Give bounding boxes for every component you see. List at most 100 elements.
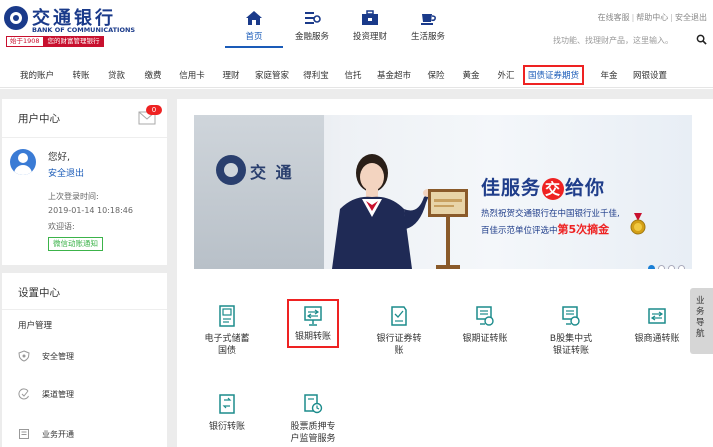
banner-figure-image [332, 154, 433, 269]
settings-item-channel[interactable]: 渠道管理 [18, 387, 74, 401]
divider [2, 137, 167, 138]
subnav-loan[interactable]: 贷款 [98, 67, 135, 83]
brand-strip: 始于1908 您的财富管理银行 [6, 36, 104, 47]
top-logout-link[interactable]: 安全退出 [675, 13, 707, 22]
subnav-trust[interactable]: 信托 [337, 67, 369, 83]
subnav-forex[interactable]: 外汇 [489, 67, 523, 83]
award-plaque-image [428, 189, 468, 269]
top-links: 在线客服 | 帮助中心 | 安全退出 [598, 12, 707, 23]
func-label: 电子式储蓄 国债 [187, 333, 267, 357]
func-futures-transfer[interactable]: 银期转账 [273, 299, 353, 348]
medal-icon [630, 213, 646, 235]
settings-item-security[interactable]: 安全管理 [18, 349, 74, 363]
mainnav-finance-label: 金融服务 [294, 32, 329, 42]
futures-securities-icon [476, 306, 494, 326]
mail-count-badge: 0 [146, 105, 162, 115]
avatar [10, 149, 36, 175]
sub-nav: 我的账户 转账 贷款 缴费 信用卡 理财 家庭管家 得利宝 信托 基金超市 保险… [0, 62, 713, 88]
promo-banner[interactable]: 交 通 佳服务交给你 热烈祝贺交通银行在中国银行业千佳, 百佳示范单位评选中第5… [194, 115, 692, 269]
settings-item-label: 安全管理 [42, 351, 74, 361]
mainnav-life[interactable]: 生活服务 [399, 6, 457, 48]
search-input[interactable] [539, 32, 709, 48]
wechat-notify-button[interactable]: 微信动账通知 [48, 237, 103, 251]
mainnav-home-label: 首页 [245, 32, 263, 42]
banner-wall [194, 115, 324, 269]
user-center-title: 用户中心 [18, 113, 60, 125]
customer-service-link[interactable]: 在线客服 [598, 13, 630, 22]
func-label: 银衍转账 [208, 422, 245, 432]
securities-transfer-icon [391, 306, 407, 326]
subnav-family[interactable]: 家庭管家 [249, 67, 295, 83]
subnav-delibao[interactable]: 得利宝 [295, 67, 337, 83]
func-label: B股集中式 银证转账 [531, 333, 611, 357]
mainnav-life-label: 生活服务 [410, 32, 445, 42]
header: 交通银行 BANK OF COMMUNICATIONS 始于1908 您的财富管… [0, 0, 713, 62]
mainnav-invest[interactable]: 投资理财 [341, 6, 399, 48]
business-nav-label: 业务导航 [696, 296, 705, 339]
separator: | [631, 13, 635, 22]
separator: | [670, 13, 673, 22]
channel-icon [18, 388, 29, 400]
mainnav-finance[interactable]: 金融服务 [283, 6, 341, 48]
subnav-transfer[interactable]: 转账 [64, 67, 98, 83]
logout-link[interactable]: 安全退出 [48, 166, 84, 179]
settings-center-panel: 设置中心 用户管理 安全管理 渠道管理 业务开通 [2, 273, 167, 447]
banner-dot[interactable] [668, 265, 675, 269]
func-label-text: 电子式储蓄 国债 [204, 334, 250, 356]
greeting: 您好, [48, 152, 71, 163]
banner-dot[interactable] [658, 265, 665, 269]
banner-dot[interactable] [678, 265, 685, 269]
headline-part: 给你 [565, 177, 606, 199]
search-box [539, 32, 709, 48]
main-panel: 交 通 佳服务交给你 热烈祝贺交通银行在中国银行业千佳, 百佳示范单位评选中第5… [177, 99, 713, 447]
brand-logo[interactable]: 交通银行 BANK OF COMMUNICATIONS 始于1908 您的财富管… [4, 4, 144, 52]
cup-icon [421, 14, 436, 25]
mainnav-invest-label: 投资理财 [352, 32, 387, 42]
e-bond-icon [219, 305, 235, 327]
business-nav-tab[interactable]: 业务导航 [690, 288, 713, 354]
open-business-icon [19, 429, 29, 439]
func-label: 银行证券转 账 [359, 333, 439, 357]
subnav-bonds-securities-futures[interactable]: 国债证券期货 [523, 65, 585, 85]
help-center-link[interactable]: 帮助中心 [636, 13, 668, 22]
mainnav-home[interactable]: 首页 [225, 6, 283, 48]
func-pledge-monitor[interactable]: 股票质押专 户监管服务 [273, 393, 353, 445]
func-label: 银期证转账 [462, 334, 508, 344]
func-futures-securities[interactable]: 银期证转账 [445, 305, 525, 345]
derivatives-transfer-icon [219, 394, 235, 414]
subnav-annuity[interactable]: 年金 [592, 67, 626, 83]
main-nav: 首页 金融服务 投资理财 生活服务 [225, 6, 457, 48]
func-b-share-transfer[interactable]: B股集中式 银证转账 [531, 305, 611, 357]
briefcase-icon [362, 10, 378, 25]
func-label: 银期转账 [294, 332, 331, 342]
search-icon[interactable] [696, 34, 707, 45]
func-merchant-transfer[interactable]: 银商通转账 [617, 305, 697, 345]
func-label-text: B股集中式 银证转账 [549, 334, 593, 356]
subnav-credit-card[interactable]: 信用卡 [171, 67, 213, 83]
subnav-payment[interactable]: 缴费 [135, 67, 171, 83]
banner-logo-icon [216, 155, 246, 185]
subnav-fund[interactable]: 基金超市 [369, 67, 419, 83]
banner-pagination [648, 265, 685, 269]
func-derivatives-transfer[interactable]: 银衍转账 [187, 393, 267, 433]
func-e-savings-bond[interactable]: 电子式储蓄 国债 [187, 305, 267, 357]
settings-item-label: 业务开通 [42, 429, 74, 439]
logo-mark-icon [4, 6, 28, 30]
last-login-time: 2019-01-14 10:18:46 [48, 206, 133, 215]
subnav-wealth[interactable]: 理财 [213, 67, 249, 83]
settings-item-open-business[interactable]: 业务开通 [18, 427, 74, 441]
subnav-my-account[interactable]: 我的账户 [10, 67, 64, 83]
sub-nav-list: 我的账户 转账 贷款 缴费 信用卡 理财 家庭管家 得利宝 信托 基金超市 保险… [10, 62, 674, 88]
shield-icon [18, 350, 30, 362]
subline-text: 百佳示范单位评选中 [481, 226, 558, 236]
subnav-gold[interactable]: 黄金 [453, 67, 489, 83]
banner-headline: 佳服务交给你 [481, 173, 605, 200]
banner-subline-1: 热烈祝贺交通银行在中国银行业千佳, [481, 209, 620, 219]
last-login-label: 上次登录时间: [48, 192, 99, 201]
subnav-ebank-settings[interactable]: 网银设置 [626, 67, 674, 83]
subnav-insurance[interactable]: 保险 [419, 67, 453, 83]
home-icon [246, 11, 262, 25]
func-securities-transfer[interactable]: 银行证券转 账 [359, 305, 439, 357]
banner-dot[interactable] [648, 265, 655, 269]
futures-transfer-icon [304, 306, 322, 326]
